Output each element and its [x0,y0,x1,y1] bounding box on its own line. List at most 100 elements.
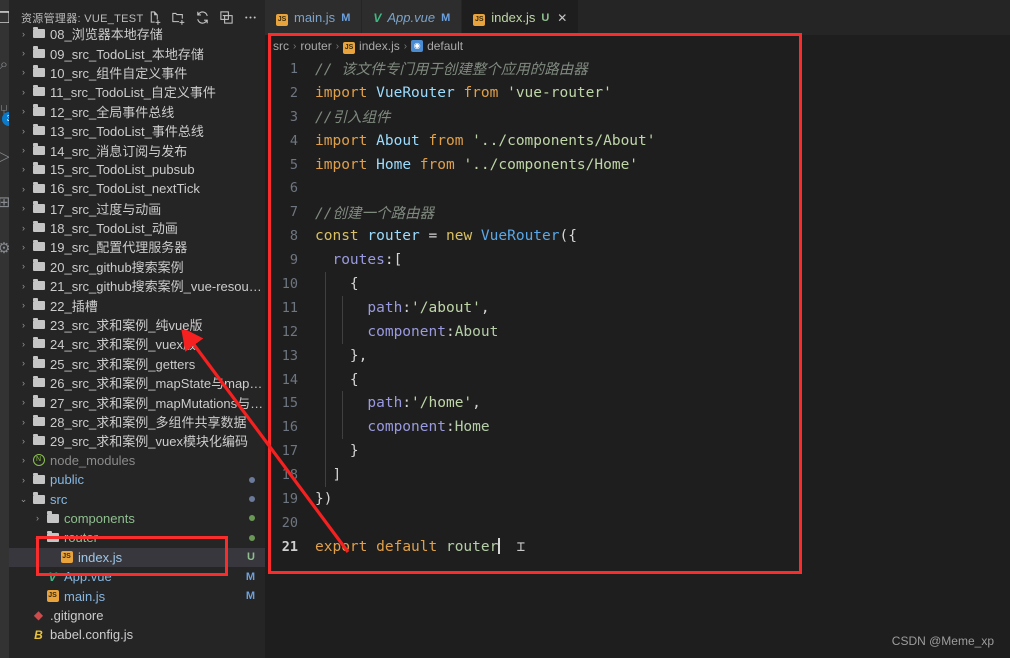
chevron-right-icon[interactable]: › [17,203,30,213]
chevron-right-icon[interactable]: › [17,397,30,407]
code-line[interactable]: 21 export default router ⌶ [265,535,1010,559]
chevron-right-icon[interactable]: › [17,320,30,330]
code-line[interactable]: 3 //引入组件 [265,105,1010,129]
chevron-right-icon[interactable]: › [17,48,30,58]
chevron-right-icon[interactable]: › [17,126,30,136]
tree-folder-row[interactable]: ⌄ router [9,528,265,547]
tree-folder-row[interactable]: › 12_src_全局事件总线 [9,102,265,121]
tree-folder-row[interactable]: › 27_src_求和案例_mapMutations与ma... [9,392,265,411]
code-line[interactable]: 13 }, [265,343,1010,368]
tree-folder-row[interactable]: › 09_src_TodoList_本地存储 [9,43,265,62]
search-icon[interactable]: ⌕ [0,52,9,78]
chevron-right-icon[interactable]: › [17,358,30,368]
tree-file-row[interactable]: ◆ .gitignore [9,606,265,625]
code-line[interactable]: 17 } [265,439,1010,464]
code-line[interactable]: 8 const router = new VueRouter({ [265,224,1010,248]
tree-folder-row[interactable]: › 16_src_TodoList_nextTick [9,179,265,198]
tree-file-row[interactable]: Bbabel.config.js [9,625,265,644]
code-line[interactable]: 15 path:'/home', [265,391,1010,416]
breadcrumb-item[interactable]: index.js [359,39,400,53]
tree-item-label: .gitignore [50,607,104,623]
tree-folder-row[interactable]: › 19_src_配置代理服务器 [9,237,265,256]
code-editor[interactable]: 1 // 该文件专门用于创建整个应用的路由器 2 import VueRouter f… [265,57,1010,658]
tree-folder-row[interactable]: › 15_src_TodoList_pubsub [9,160,265,179]
tree-file-row[interactable]: JS index.js U [9,547,265,567]
tree-file-row[interactable]: V App.vue M [9,567,265,586]
activity-bar: ❐ ⌕ ⑂ 3 ▷ ⊞ ⚙ [0,0,9,658]
code-line[interactable]: 18 ] [265,463,1010,488]
tree-folder-row[interactable]: › 14_src_消息订阅与发布 [9,140,265,159]
tree-folder-row[interactable]: › 26_src_求和案例_mapState与mapGett... [9,373,265,392]
chevron-right-icon[interactable]: › [17,436,30,446]
chevron-right-icon[interactable]: › [31,513,44,523]
chevron-right-icon[interactable]: › [17,242,30,252]
file-tree[interactable]: › 08_浏览器本地存储 › 09_src_TodoList_本地存储 › 10_src_… [9,26,265,658]
tree-folder-row[interactable]: › 29_src_求和案例_vuex模块化编码 [9,431,265,450]
code-line[interactable]: 19}) [265,487,1010,511]
tree-folder-row[interactable]: › 10_src_组件自定义事件 [9,63,265,82]
code-line[interactable]: 5 import Home from '../components/Home' [265,153,1010,177]
chevron-right-icon[interactable]: › [17,223,30,233]
chevron-right-icon[interactable]: › [17,300,30,310]
editor-tab[interactable]: JS main.js M [265,0,363,35]
code-line[interactable]: 1 // 该文件专门用于创建整个应用的路由器 [265,57,1010,81]
code-line[interactable]: 14 { [265,367,1010,392]
tree-file-row[interactable]: JS main.js M [9,586,265,605]
code-line[interactable]: 20 [265,511,1010,535]
chevron-right-icon[interactable]: › [17,87,30,97]
editor-tab[interactable]: JS index.js U ✕ [462,0,580,35]
chevron-right-icon[interactable]: › [17,29,30,39]
tree-folder-row[interactable]: › Nnode_modules [9,451,265,470]
tree-folder-row[interactable]: › 22_插槽 [9,295,265,314]
chevron-right-icon[interactable]: › [17,184,30,194]
tree-folder-row[interactable]: › 25_src_求和案例_getters [9,354,265,373]
chevron-right-icon[interactable]: › [17,455,30,465]
chevron-right-icon[interactable]: › [17,261,30,271]
chevron-down-icon[interactable]: ⌄ [31,532,44,543]
code-line[interactable]: 16 component:Home [265,415,1010,440]
tree-folder-row[interactable]: › 08_浏览器本地存储 [9,24,265,43]
chevron-down-icon[interactable]: ⌄ [17,494,30,505]
run-debug-icon[interactable]: ▷ [0,144,9,170]
breadcrumb-item[interactable]: router [300,39,331,53]
extensions-icon[interactable]: ⊞ [0,190,9,216]
code-line[interactable]: 10 { [265,272,1010,296]
chevron-right-icon[interactable]: › [17,145,30,155]
chevron-right-icon[interactable]: › [17,106,30,116]
tree-folder-row[interactable]: ⌄ src [9,489,265,508]
tree-folder-row[interactable]: › components [9,509,265,528]
tree-folder-row[interactable]: › 24_src_求和案例_vuex版 [9,334,265,353]
chevron-right-icon[interactable]: › [17,339,30,349]
chevron-right-icon[interactable]: › [17,164,30,174]
tree-folder-row[interactable]: › 18_src_TodoList_动画 [9,218,265,237]
chevron-right-icon[interactable]: › [17,378,30,388]
tree-folder-row[interactable]: › 28_src_求和案例_多组件共享数据 [9,412,265,431]
accounts-icon[interactable]: ⚙ [0,236,9,262]
code-line[interactable]: 9 routes:[ [265,248,1010,272]
chevron-right-icon[interactable]: › [17,475,30,485]
editor-tab[interactable]: V App.vue M [362,0,463,35]
tree-folder-row[interactable]: › 11_src_TodoList_自定义事件 [9,82,265,101]
code-line[interactable]: 4 import About from '../components/About' [265,129,1010,153]
code-line[interactable]: 11 path:'/about', [265,295,1010,320]
close-icon[interactable]: ✕ [557,11,567,25]
line-number: 20 [281,514,298,531]
code-line[interactable]: 6 [265,176,1010,200]
code-line[interactable]: 7 //创建一个路由器 [265,200,1010,224]
tree-folder-row[interactable]: › 23_src_求和案例_纯vue版 [9,315,265,334]
breadcrumb-item[interactable]: default [427,39,463,53]
breadcrumb-item[interactable]: src [273,39,289,53]
explorer-icon[interactable]: ❐ [0,6,9,32]
chevron-right-icon[interactable]: › [17,281,30,291]
chevron-right-icon[interactable]: › [17,417,30,427]
tree-folder-row[interactable]: › 17_src_过度与动画 [9,199,265,218]
tree-folder-row[interactable]: › 20_src_github搜索案例 [9,257,265,276]
code-line[interactable]: 12 component:About [265,319,1010,344]
code-line[interactable]: 2 import VueRouter from 'vue-router' [265,81,1010,105]
line-number: 5 [289,156,298,173]
breadcrumb[interactable]: src › router › JS index.js › ◉ default [265,35,1010,57]
chevron-right-icon[interactable]: › [17,67,30,77]
tree-folder-row[interactable]: › 21_src_github搜索案例_vue-resource [9,276,265,295]
tree-folder-row[interactable]: › public [9,470,265,489]
tree-folder-row[interactable]: › 13_src_TodoList_事件总线 [9,121,265,140]
